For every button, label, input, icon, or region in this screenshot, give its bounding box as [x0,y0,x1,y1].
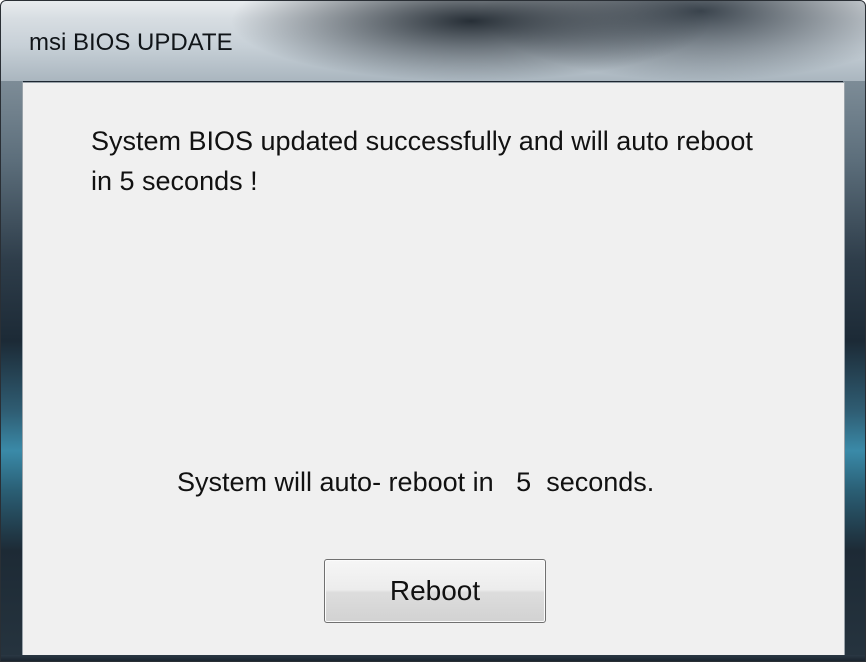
status-message: System BIOS updated successfully and wil… [91,126,753,196]
dialog-client-area: System BIOS updated successfully and wil… [22,82,845,657]
window-title: msi BIOS UPDATE [29,29,233,56]
countdown-suffix: seconds. [546,467,655,497]
window-frame-right [843,81,865,661]
reboot-button[interactable]: Reboot [324,559,546,623]
countdown-seconds: 5 [516,467,532,497]
window-frame-left [1,81,23,661]
window-frame-bottom [1,655,865,661]
title-bar[interactable]: msi BIOS UPDATE [1,1,865,81]
dialog-window: msi BIOS UPDATE System BIOS updated succ… [0,0,866,662]
countdown-text: System will auto- reboot in 5 seconds. [177,467,654,498]
countdown-prefix: System will auto- reboot in [177,467,494,497]
